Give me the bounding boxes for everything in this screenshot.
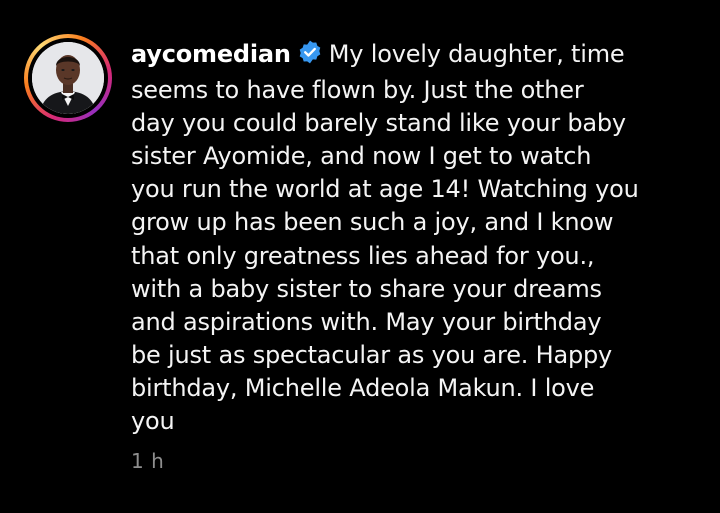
comment: aycomedian My lovely daughter, time seems… (0, 0, 720, 513)
avatar-story-ring[interactable] (24, 34, 112, 122)
comment-text-line: grow up has been such a joy, and I know (131, 208, 614, 237)
comment-timestamp[interactable]: 1 h (131, 449, 164, 473)
comment-text-line: birthday, Michelle Adeola Makun. I love (131, 373, 595, 402)
comment-text-line: be just as spectacular as you are. Happy (131, 340, 613, 369)
avatar-portrait-icon (32, 42, 104, 114)
comment-text-line: seems to have flown by. Just the other (131, 76, 584, 105)
comment-text: aycomedian My lovely daughter, time seems… (131, 38, 691, 438)
comment-first-line: aycomedian My lovely daughter, time (131, 38, 691, 74)
comment-text-line: with a baby sister to share your dreams (131, 274, 602, 303)
comment-text-line: you (131, 407, 175, 436)
comment-text-line: and aspirations with. May your birthday (131, 307, 602, 336)
verified-badge-icon (297, 39, 323, 74)
comment-text-line: day you could barely stand like your bab… (131, 109, 626, 138)
comment-text-line: sister Ayomide, and now I get to watch (131, 142, 592, 171)
comment-text-line: you run the world at age 14! Watching yo… (131, 175, 639, 204)
avatar[interactable] (32, 42, 104, 114)
comment-text-line: My lovely daughter, time (328, 40, 625, 68)
comment-text-line: that only greatness lies ahead for you., (131, 241, 595, 270)
username-link[interactable]: aycomedian (131, 40, 291, 68)
